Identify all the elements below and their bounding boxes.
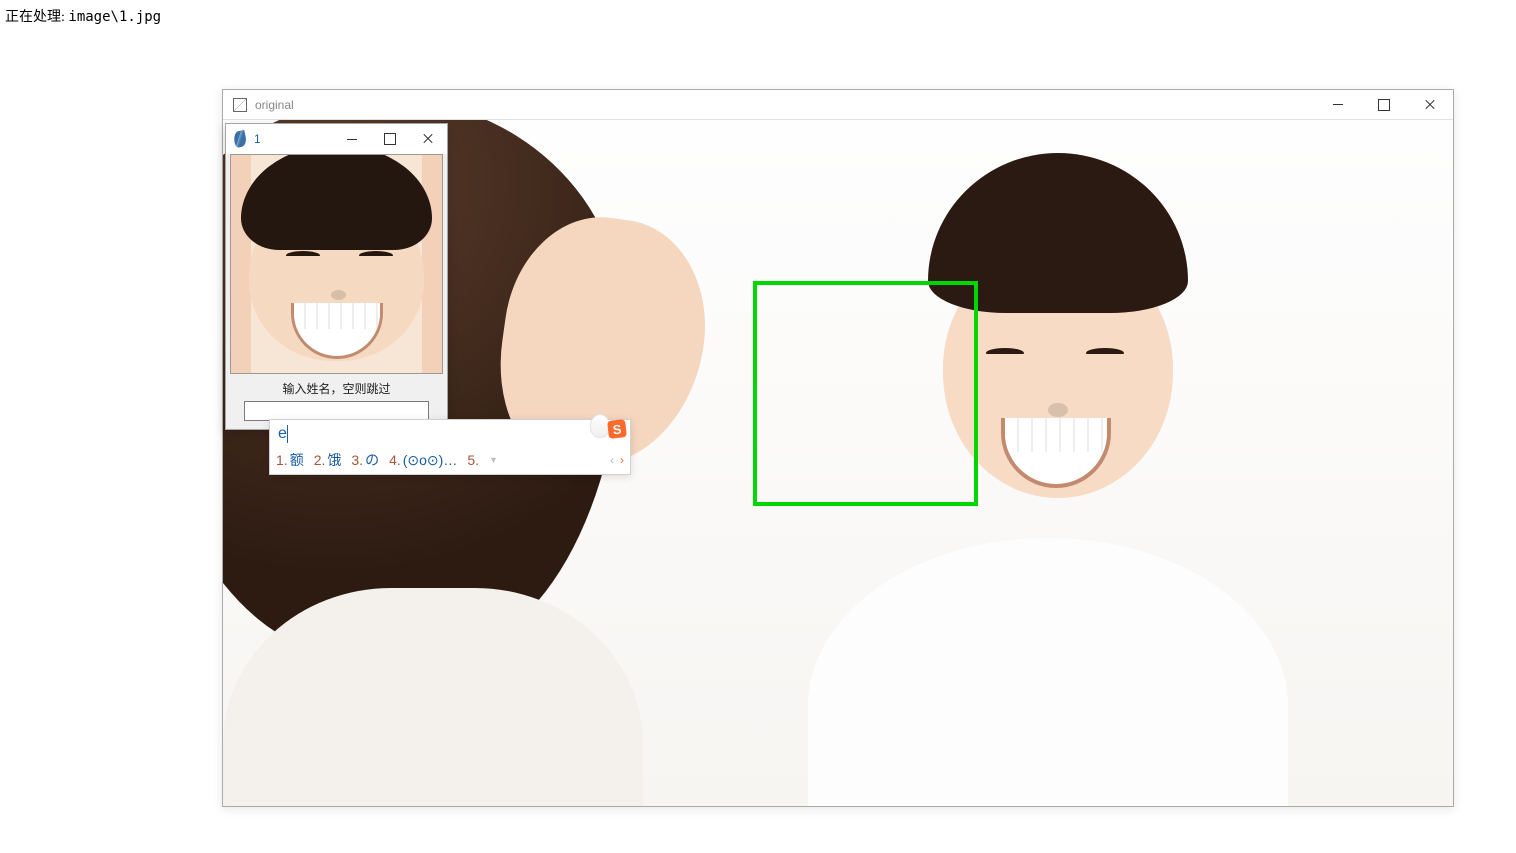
- close-icon: [1424, 99, 1436, 111]
- close-button[interactable]: [1407, 90, 1453, 120]
- ime-candidate-4[interactable]: 4.(⊙o⊙)…: [389, 452, 457, 469]
- face-detection-box: [753, 281, 978, 506]
- face-thumbnail: [230, 154, 443, 374]
- ime-candidate-3[interactable]: 3.の: [351, 450, 379, 470]
- ime-typed-text: e: [278, 425, 288, 443]
- minimize-icon: [347, 139, 357, 140]
- ime-next[interactable]: ›: [620, 453, 624, 467]
- ime-candidate-1[interactable]: 1.额: [276, 450, 304, 470]
- close-icon: [422, 133, 434, 145]
- dialog-title: 1: [254, 132, 261, 146]
- dialog-close-button[interactable]: [409, 124, 447, 154]
- ime-candidate-window: e S 1.额 2.饿 3.の 4.(⊙o⊙)… 5. ▾ ‹ ›: [269, 419, 631, 475]
- app-icon: [233, 98, 247, 112]
- maximize-icon: [1378, 99, 1390, 111]
- main-window-title: original: [255, 98, 294, 112]
- minimize-icon: [1333, 104, 1343, 105]
- ime-input-row: e S: [270, 420, 630, 448]
- console-output: 正在处理: image\1.jpg: [5, 6, 161, 26]
- main-window-titlebar[interactable]: original: [223, 90, 1453, 120]
- minimize-button[interactable]: [1315, 90, 1361, 120]
- name-prompt-label: 输入姓名，空则跳过: [226, 374, 447, 401]
- ime-prev[interactable]: ‹: [610, 453, 614, 467]
- ime-candidate-2[interactable]: 2.饿: [314, 450, 342, 470]
- sogou-badge-letter: S: [607, 419, 627, 439]
- ime-candidates-row: 1.额 2.饿 3.の 4.(⊙o⊙)… 5. ▾ ‹ ›: [270, 448, 630, 474]
- tk-feather-icon: [234, 131, 248, 147]
- sogou-logo: S: [592, 414, 626, 440]
- dialog-titlebar[interactable]: 1: [226, 124, 447, 154]
- ime-dropdown[interactable]: ▾: [491, 455, 496, 466]
- maximize-icon: [384, 133, 396, 145]
- maximize-button[interactable]: [1361, 90, 1407, 120]
- dialog-maximize-button[interactable]: [371, 124, 409, 154]
- name-input[interactable]: [244, 401, 429, 421]
- dialog-minimize-button[interactable]: [333, 124, 371, 154]
- ime-candidate-5[interactable]: 5.: [467, 452, 481, 468]
- name-input-dialog: 1 输入姓名，空则跳过: [225, 123, 448, 430]
